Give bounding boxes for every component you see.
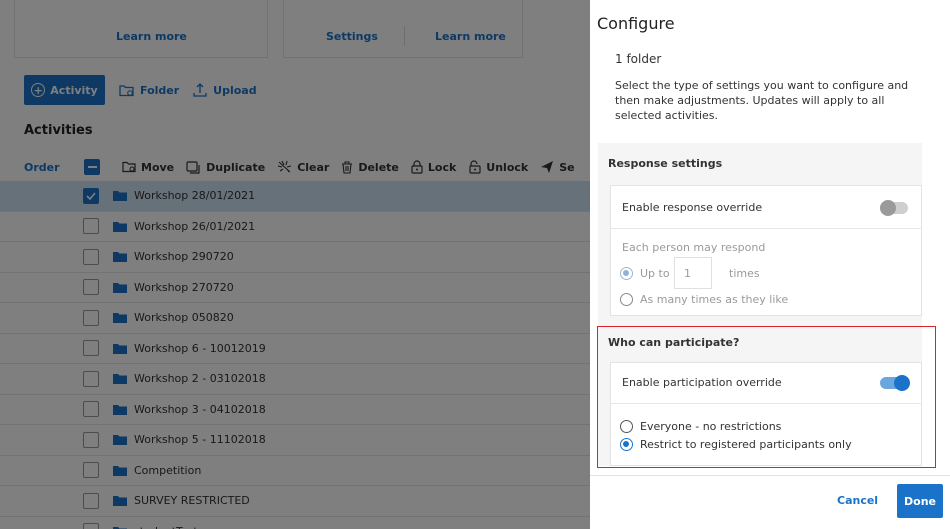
modal-backdrop[interactable] [0, 0, 590, 529]
panel-title: Configure [597, 14, 675, 33]
panel-subtitle: 1 folder [615, 52, 662, 66]
response-settings-card: Enable response override Each person may… [610, 185, 922, 316]
highlight-box [597, 326, 936, 468]
panel-description: Select the type of settings you want to … [615, 79, 909, 122]
times-label: times [729, 267, 760, 280]
divider [611, 228, 921, 229]
up-to-label: Up to [640, 267, 670, 280]
as-many-label: As many times as they like [640, 293, 789, 306]
cancel-button[interactable]: Cancel [837, 494, 878, 507]
as-many-radio[interactable] [620, 293, 633, 306]
toggle-knob [880, 200, 896, 216]
up-to-radio[interactable] [620, 267, 633, 280]
footer-divider [590, 475, 950, 476]
each-person-label: Each person may respond [622, 241, 766, 254]
response-override-toggle[interactable] [880, 200, 908, 216]
response-count-input[interactable]: 1 [674, 257, 712, 289]
response-override-label: Enable response override [622, 201, 763, 214]
done-button[interactable]: Done [897, 484, 943, 518]
configure-panel: Configure 1 folder Select the type of se… [590, 0, 950, 529]
response-settings-heading: Response settings [608, 157, 723, 170]
response-settings-section: Response settings Enable response overri… [598, 143, 922, 326]
